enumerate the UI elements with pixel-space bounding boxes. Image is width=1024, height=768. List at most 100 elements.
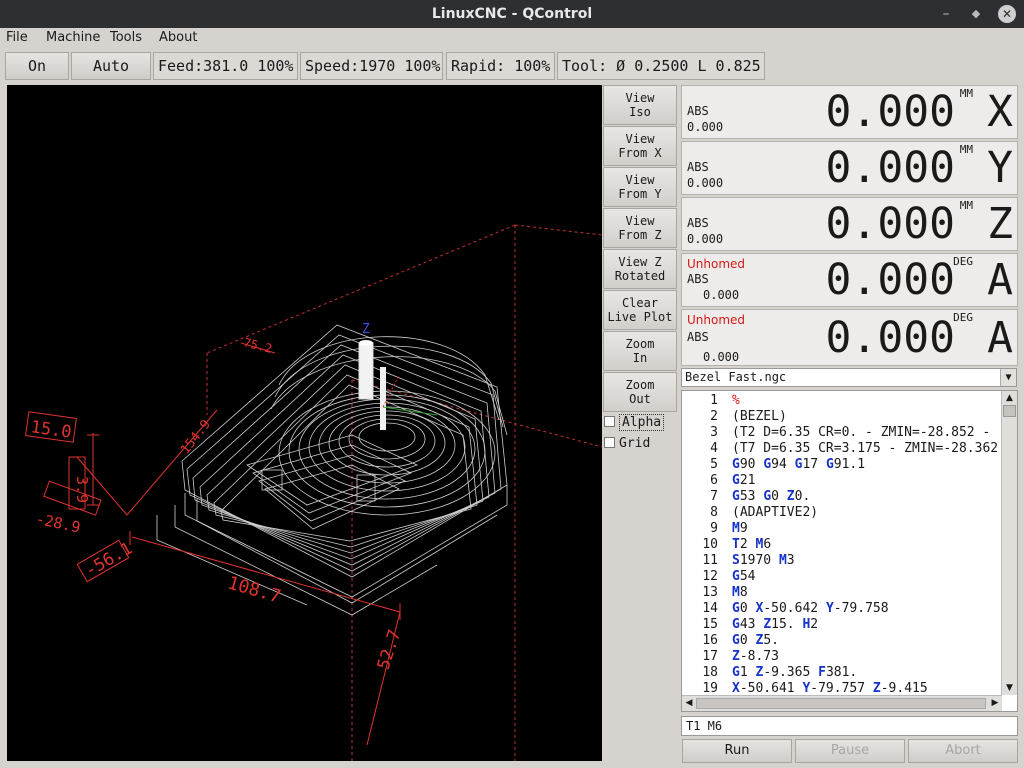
machine-on-button[interactable]: On [5,52,69,80]
gcode-listing[interactable]: 1% 2 (BEZEL) 3 (T2 D=6.35 CR=0. - ZMIN=-28.8… [681,390,1018,712]
minimize-icon[interactable]: – [936,4,956,24]
gcode-line[interactable]: 17 Z-8.73 [682,649,1002,665]
gcode-line[interactable]: 15 G43 Z15. H2 [682,617,1002,633]
gcode-line[interactable]: 2 (BEZEL) [682,409,1002,425]
dro-x-abs-value: 0.000 [687,120,724,134]
gcode-line[interactable]: 3 (T2 D=6.35 CR=0. - ZMIN=-28.852 - [682,425,1002,441]
gcode-line[interactable]: 14 G0 X-50.642 Y-79.758 [682,601,1002,617]
view-from-x-line2: From X [618,146,662,160]
gcode-line[interactable]: 4 (T7 D=6.35 CR=3.175 - ZMIN=-28.362 [682,441,1002,457]
zoom-in-button[interactable]: Zoom In [603,331,677,371]
gcode-line[interactable]: 10 T2 M6 [682,537,1002,553]
gcode-line-text: T2 M6 [732,537,772,552]
gcode-horizontal-scrollbar[interactable]: ◀ ▶ [682,695,1002,711]
rapid-override-label: Rapid: 100% [446,52,555,80]
gcode-vertical-scrollbar[interactable]: ▲ ▼ [1001,391,1017,695]
gcode-line-text: G43 Z15. H2 [732,617,819,632]
dro-z-axis-label: Z [987,199,1013,249]
gcode-line-number: 5 [710,457,718,472]
dim-label-75-2: 75.2 [242,335,273,356]
view-from-x-button[interactable]: View From X [603,126,677,166]
gcode-line-text: G54 [732,569,756,584]
dro-y: ABS 0.000 0.000 MM Y [681,141,1018,195]
extents-dimensions [24,342,401,746]
backplot-view[interactable]: Z 15.0 3.9 -28.9 -56.1 108.7 52.7 154.9 … [7,85,602,761]
view-from-z-line1: View [625,214,655,228]
view-z-rotated-line1: View Z [618,255,662,269]
pause-button[interactable]: Pause [795,739,905,763]
gcode-line[interactable]: 8 (ADAPTIVE2) [682,505,1002,521]
gcode-line-text: G90 G94 G17 G91.1 [732,457,866,472]
gcode-line[interactable]: 16 G0 Z5. [682,633,1002,649]
gcode-line[interactable]: 18 G1 Z-9.365 F381. [682,665,1002,681]
gcode-line-number: 18 [702,665,718,680]
window-titlebar: LinuxCNC - QControl – ◆ ✕ [0,0,1024,28]
gcode-line-text: G21 [732,473,756,488]
dim-label-3-9: 3.9 [73,476,91,503]
dro-z-abs-label: ABS [687,216,709,230]
dro-x-abs-label: ABS [687,104,709,118]
view-iso-line1: View [625,91,655,105]
menu-bar: File Machine Tools About [0,28,1024,48]
horizontal-scroll-thumb[interactable] [696,698,986,709]
clear-live-plot-line2: Live Plot [607,310,673,324]
close-icon[interactable]: ✕ [998,5,1016,23]
dro-z-abs-value: 0.000 [687,232,724,246]
gcode-line[interactable]: 6 G21 [682,473,1002,489]
scroll-up-icon[interactable]: ▲ [1002,391,1017,405]
grid-checkbox[interactable]: Grid [604,436,650,451]
scroll-left-icon[interactable]: ◀ [682,696,696,711]
gcode-line[interactable]: 5 G90 G94 G17 G91.1 [682,457,1002,473]
view-from-y-button[interactable]: View From Y [603,167,677,207]
menu-tools[interactable]: Tools [110,30,142,45]
menu-about[interactable]: About [159,30,197,45]
dro-x: ABS 0.000 0.000 MM X [681,85,1018,139]
dim-label-neg-56-1: -56.1 [82,538,136,581]
gcode-line-number: 16 [702,633,718,648]
vertical-scroll-thumb[interactable] [1003,405,1016,417]
dro-a-axis-label: A [987,255,1013,305]
gcode-line[interactable]: 7 G53 G0 Z0. [682,489,1002,505]
menu-machine[interactable]: Machine [46,30,100,45]
gcode-line[interactable]: 9 M9 [682,521,1002,537]
gcode-line[interactable]: 13 M8 [682,585,1002,601]
zoom-out-line1: Zoom [625,378,655,392]
grid-checkbox-box[interactable] [604,437,615,448]
gcode-line-number: 12 [702,569,718,584]
gcode-line-text: (T2 D=6.35 CR=0. - ZMIN=-28.852 - [732,425,991,440]
gcode-line[interactable]: 11 S1970 M3 [682,553,1002,569]
zoom-in-line1: Zoom [625,337,655,351]
program-file-select[interactable]: Bezel Fast.ngc ▼ [681,368,1017,387]
view-z-rotated-button[interactable]: View Z Rotated [603,249,677,289]
clear-live-plot-button[interactable]: Clear Live Plot [603,290,677,330]
dro-a-unit: DEG [953,255,973,268]
chevron-down-icon[interactable]: ▼ [1000,369,1016,386]
gcode-line-number: 13 [702,585,718,600]
view-from-z-button[interactable]: View From Z [603,208,677,248]
view-iso-line2: Iso [629,105,651,119]
alpha-checkbox[interactable]: Alpha [604,414,665,431]
gcode-line-number: 7 [710,489,718,504]
dro-a2-abs-label: ABS [687,330,709,344]
abort-button[interactable]: Abort [908,739,1018,763]
alpha-checkbox-box[interactable] [604,416,615,427]
zoom-out-button[interactable]: Zoom Out [603,372,677,412]
scroll-down-icon[interactable]: ▼ [1002,681,1017,695]
gcode-line-number: 3 [710,425,718,440]
gcode-line[interactable]: 1% [682,393,1002,409]
run-button[interactable]: Run [682,739,792,763]
menu-file[interactable]: File [6,30,28,45]
mode-auto-button[interactable]: Auto [71,52,151,80]
gcode-line-number: 11 [702,553,718,568]
alpha-checkbox-label: Alpha [619,414,665,431]
gcode-line-text: (T7 D=6.35 CR=3.175 - ZMIN=-28.362 [732,441,999,456]
dro-a: Unhomed ABS 0.000 0.000 DEG A [681,253,1018,307]
gcode-line-number: 14 [702,601,718,616]
mdi-command-input[interactable]: T1 M6 [681,716,1018,736]
gcode-line[interactable]: 12 G54 [682,569,1002,585]
maximize-icon[interactable]: ◆ [966,4,986,24]
scroll-right-icon[interactable]: ▶ [988,696,1002,711]
view-iso-button[interactable]: View Iso [603,85,677,125]
tool-info-label: Tool: Ø 0.2500 L 0.825 [557,52,765,80]
dro-a2-unit: DEG [953,311,973,324]
